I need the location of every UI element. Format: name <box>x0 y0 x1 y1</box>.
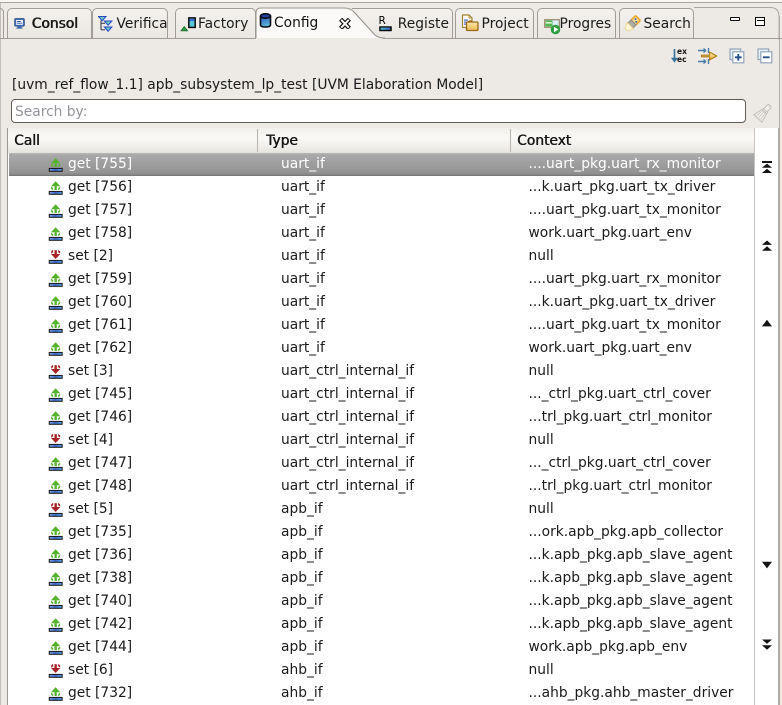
svg-text:ec: ec <box>677 55 687 64</box>
